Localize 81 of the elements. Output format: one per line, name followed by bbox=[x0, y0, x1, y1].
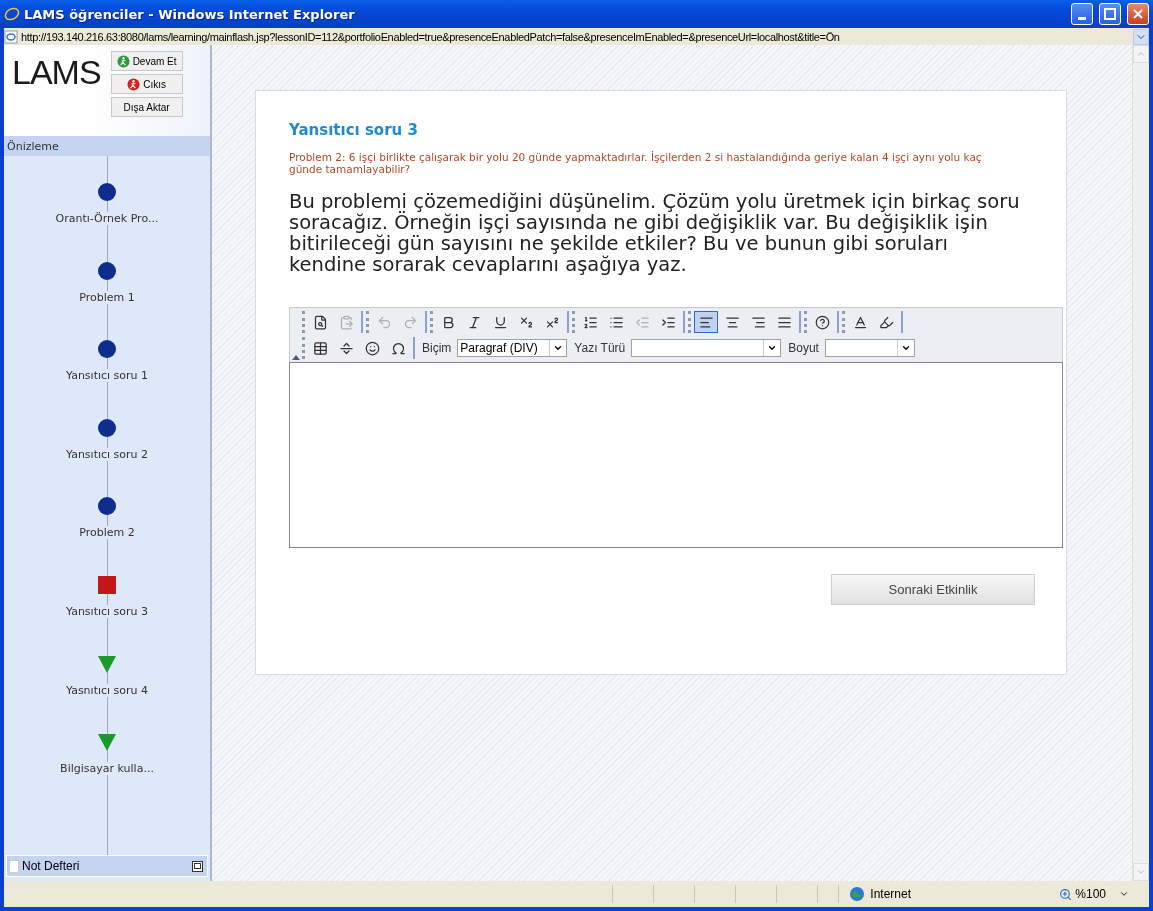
redo-icon bbox=[402, 314, 418, 330]
circle-node-icon[interactable] bbox=[97, 417, 117, 438]
minimize-icon bbox=[1078, 16, 1086, 20]
underline-icon bbox=[492, 314, 508, 330]
activity-label[interactable]: Yansıtıcı soru 2 bbox=[65, 447, 149, 461]
bullet-list-icon bbox=[608, 314, 624, 330]
chevron-up-icon bbox=[1136, 49, 1146, 59]
maximize-button[interactable] bbox=[1099, 3, 1121, 25]
close-button[interactable] bbox=[1127, 3, 1149, 25]
paste-icon bbox=[338, 314, 354, 330]
help-icon bbox=[814, 314, 830, 330]
notebook-bar[interactable]: Not Defteri bbox=[6, 855, 208, 877]
minimize-button[interactable] bbox=[1071, 3, 1093, 25]
activity-title: Yansıtıcı soru 3 bbox=[289, 121, 419, 139]
problem-text: Problem 2: 6 işçi birlikte çalışarak bir yolu 20 günde yapmaktadırlar. İşçilerden 2 si hastalandığında geriye kalan 4 işçi aynı yolu kaç günde tamamlayabilir? bbox=[289, 151, 983, 175]
rule-icon bbox=[338, 340, 354, 356]
preview-icon bbox=[312, 314, 328, 330]
select-field[interactable] bbox=[824, 339, 915, 357]
superscript-icon bbox=[544, 314, 560, 330]
text-color-icon bbox=[852, 314, 868, 330]
subscript-icon bbox=[518, 314, 534, 330]
activity-label[interactable]: Problem 2 bbox=[79, 526, 135, 540]
page-icon bbox=[9, 859, 19, 873]
square-node-icon[interactable] bbox=[97, 574, 117, 595]
outdent-icon bbox=[634, 314, 650, 330]
activity-label[interactable]: Yansıtıcı soru 3 bbox=[65, 604, 149, 618]
triangle-node-icon[interactable] bbox=[97, 653, 117, 674]
special-char-icon bbox=[390, 340, 406, 356]
browser-logo-icon bbox=[4, 6, 20, 22]
table-icon bbox=[312, 340, 328, 356]
activity-label[interactable]: Yasnıtıcı soru 4 bbox=[65, 683, 149, 697]
activity-label[interactable]: Bilgisayar kulla... bbox=[60, 762, 154, 776]
circle-node-icon[interactable] bbox=[97, 496, 117, 517]
smiley-icon bbox=[364, 340, 380, 356]
select-field[interactable]: Paragraf (DIV) bbox=[457, 339, 568, 357]
activity-label[interactable]: Problem 1 bbox=[79, 290, 135, 304]
activity-label[interactable]: Yansıtıcı soru 1 bbox=[65, 369, 149, 383]
sidebar-header: Önizleme bbox=[4, 136, 210, 156]
zoom-level[interactable]: %100 bbox=[1049, 887, 1149, 901]
circle-node-icon[interactable] bbox=[97, 339, 117, 360]
zone-indicator[interactable]: Internet bbox=[838, 885, 1050, 903]
ordered-list-icon bbox=[582, 314, 598, 330]
align-right-icon bbox=[750, 314, 766, 330]
align-center-icon bbox=[724, 314, 740, 330]
chevron-down-icon bbox=[553, 343, 564, 353]
chevron-down-icon bbox=[767, 343, 778, 353]
close-icon bbox=[1132, 8, 1144, 20]
walking-figure-icon bbox=[127, 77, 141, 91]
highlight-icon bbox=[878, 314, 894, 330]
globe-icon bbox=[849, 886, 866, 902]
select-label: Boyut bbox=[788, 341, 819, 355]
window-title: LAMS öğrenciler - Windows Internet Explorer bbox=[24, 6, 356, 22]
maximize-icon[interactable] bbox=[192, 860, 203, 872]
sidebar-button[interactable]: Cıkıs bbox=[110, 74, 183, 94]
chevron-down-icon bbox=[1119, 889, 1129, 899]
align-left-button[interactable] bbox=[694, 311, 718, 333]
next-button[interactable]: Sonraki Etkinlik bbox=[831, 574, 1035, 605]
triangle-node-icon[interactable] bbox=[97, 732, 117, 753]
logo: LAMS bbox=[12, 55, 101, 89]
align-justify-icon bbox=[776, 314, 792, 330]
maximize-icon bbox=[1104, 8, 1116, 20]
select-label: Biçim bbox=[422, 341, 452, 355]
select-field[interactable] bbox=[631, 339, 782, 357]
chevron-down-icon bbox=[1136, 867, 1146, 877]
sidebar-button[interactable]: Dışa Aktar bbox=[110, 97, 183, 117]
indent-icon bbox=[660, 314, 676, 330]
circle-node-icon[interactable] bbox=[97, 260, 117, 281]
scrollbar[interactable] bbox=[1132, 45, 1149, 881]
italic-icon bbox=[466, 314, 482, 330]
undo-icon bbox=[376, 314, 392, 330]
sidebar-button[interactable]: Devam Et bbox=[110, 51, 183, 71]
question-text: Bu problemi çözemediğini düşünelim. Çözüm yolu üretmek için birkaç soru soracağız. Örneğin işçi sayısında ne gibi değişiklik var. Bu değişiklik işin bitirileceği gün sayısını ne şekilde etkiler? Bu ve bunun gibi soruları kendine sorarak cevaplarını aşağıya yaz. bbox=[289, 191, 1021, 275]
walking-figure-icon bbox=[116, 54, 130, 68]
page-icon bbox=[4, 29, 18, 44]
select-label: Yazı Türü bbox=[574, 341, 626, 355]
circle-node-icon[interactable] bbox=[97, 182, 117, 202]
activity-label[interactable]: Orantı-Örnek Pro... bbox=[55, 212, 159, 225]
chevron-down-icon bbox=[900, 343, 911, 353]
zoom-icon bbox=[1059, 887, 1073, 901]
notebook-label: Not Defteri bbox=[22, 859, 81, 873]
align-left-icon bbox=[698, 314, 714, 330]
